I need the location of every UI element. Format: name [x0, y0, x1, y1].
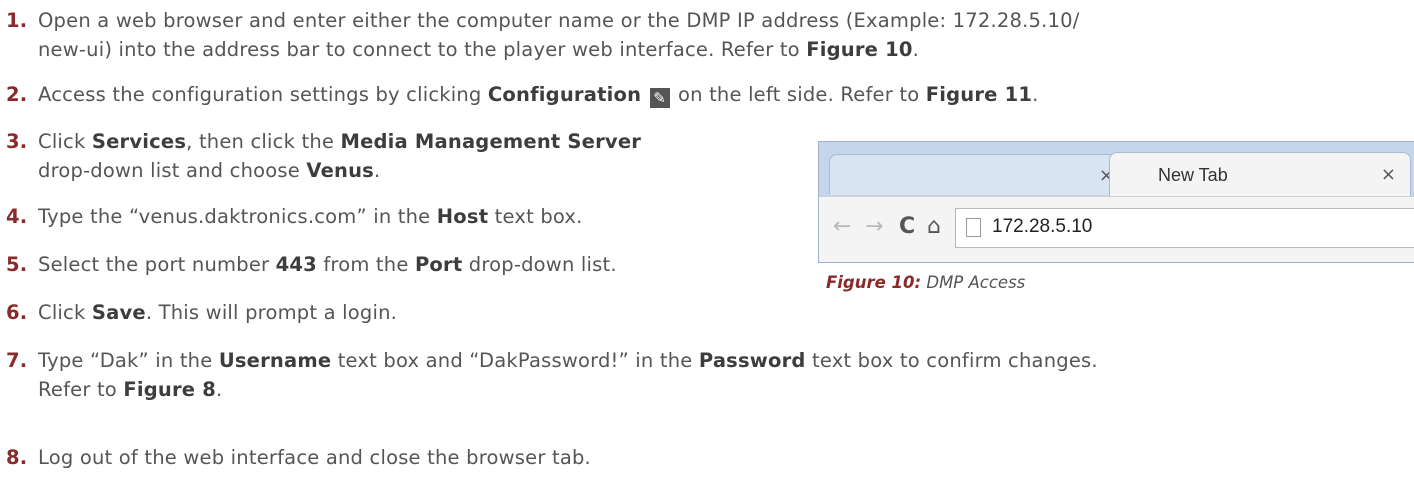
step-text-part: .	[912, 38, 920, 61]
step-text: Click Save. This will prompt a login.	[38, 298, 397, 327]
step-text-part: .	[373, 159, 381, 182]
address-url: 172.28.5.10	[992, 216, 1093, 237]
home-icon: ⌂	[927, 214, 941, 239]
back-arrow-icon: ←	[833, 214, 852, 239]
step-number: 5.	[6, 253, 28, 276]
step-text-part: Click	[38, 130, 92, 153]
ui-term: Services	[91, 130, 187, 153]
ui-term: Password	[698, 349, 806, 372]
step-number: 4.	[6, 205, 28, 228]
step-line: Refer to Figure 8.	[38, 375, 1098, 404]
step-text-part: Access the configuration settings by cli…	[38, 83, 488, 106]
browser-figure: × New Tab × ← → C ⌂ 172.28.5.10	[818, 141, 1414, 263]
step-line: Click Services, then click the Media Man…	[38, 127, 641, 156]
tab-label: New Tab	[1158, 165, 1228, 185]
ui-term: Host	[436, 205, 489, 228]
figure-caption-text: DMP Access	[921, 273, 1026, 292]
wrench-icon: ✎	[649, 88, 670, 108]
step-text: Type the “venus.daktronics.com” in the H…	[38, 202, 583, 231]
page-icon	[966, 218, 981, 237]
step-text-part: .	[215, 378, 223, 401]
step-number: 3.	[6, 130, 28, 153]
step-text-part: . This will prompt a login.	[145, 301, 398, 324]
step-text-part: text box.	[488, 205, 583, 228]
step-number: 1.	[6, 9, 28, 32]
figure-reference: Figure 10	[806, 38, 913, 61]
step-text: Open a web browser and enter either the …	[38, 6, 1080, 64]
forward-arrow-icon: →	[865, 214, 884, 239]
step-text: Access the configuration settings by cli…	[38, 80, 1039, 109]
address-bar: 172.28.5.10	[955, 208, 1414, 248]
step-text-part: from the	[316, 253, 415, 276]
ui-term: Media Management Server	[340, 130, 642, 153]
step-text-part: , then click the	[186, 130, 341, 153]
close-icon: ×	[1380, 164, 1396, 185]
step-number: 2.	[6, 83, 28, 106]
step-text: Select the port number 443 from the Port…	[38, 250, 617, 279]
step-text-part: .	[1032, 83, 1039, 106]
step-line: Open a web browser and enter either the …	[38, 9, 1080, 32]
step-text: Log out of the web interface and close t…	[38, 446, 591, 469]
ui-term: Port	[414, 253, 463, 276]
ui-term: Username	[218, 349, 332, 372]
step-text-part: Refer to	[38, 378, 124, 401]
browser-toolbar: ← → C ⌂ 172.28.5.10	[819, 196, 1414, 262]
step-text-part: text box and “DakPassword!” in the	[331, 349, 699, 372]
step-text-part: drop-down list.	[462, 253, 617, 276]
step-number: 6.	[6, 301, 28, 324]
step-line: Type “Dak” in the Username text box and …	[38, 346, 1098, 375]
step-text-part: drop-down list and choose	[38, 159, 307, 182]
step-text-part: Select the port number	[38, 253, 276, 276]
ui-term: Configuration	[487, 83, 642, 106]
step-line: drop-down list and choose Venus.	[38, 156, 641, 185]
ui-term: 443	[275, 253, 317, 276]
step-text-part: on the left side. Refer to	[671, 83, 926, 106]
step-number: 8.	[6, 446, 28, 469]
step-text-part: Type “Dak” in the	[38, 349, 219, 372]
ui-term: Save	[91, 301, 146, 324]
step-text-part: new-ui) into the address bar to connect …	[38, 38, 807, 61]
figure-caption-label: Figure 10:	[826, 273, 922, 292]
step-number: 7.	[6, 349, 28, 372]
ui-term: Venus	[306, 159, 374, 182]
step-text-part: text box to confirm changes.	[805, 349, 1098, 372]
browser-tab-inactive: ×	[829, 154, 1131, 195]
figure-reference: Figure 8	[123, 378, 216, 401]
step-text-part: Click	[38, 301, 92, 324]
step-text: Type “Dak” in the Username text box and …	[38, 346, 1098, 404]
reload-icon: C	[899, 214, 916, 239]
browser-tab-active: New Tab ×	[1109, 152, 1411, 197]
step-line: new-ui) into the address bar to connect …	[38, 35, 1080, 64]
figure-reference: Figure 11	[925, 83, 1033, 106]
step-text-part: Type the “venus.daktronics.com” in the	[38, 205, 437, 228]
step-text: Click Services, then click the Media Man…	[38, 127, 641, 185]
figure-caption: Figure 10: DMP Access	[826, 273, 1025, 292]
